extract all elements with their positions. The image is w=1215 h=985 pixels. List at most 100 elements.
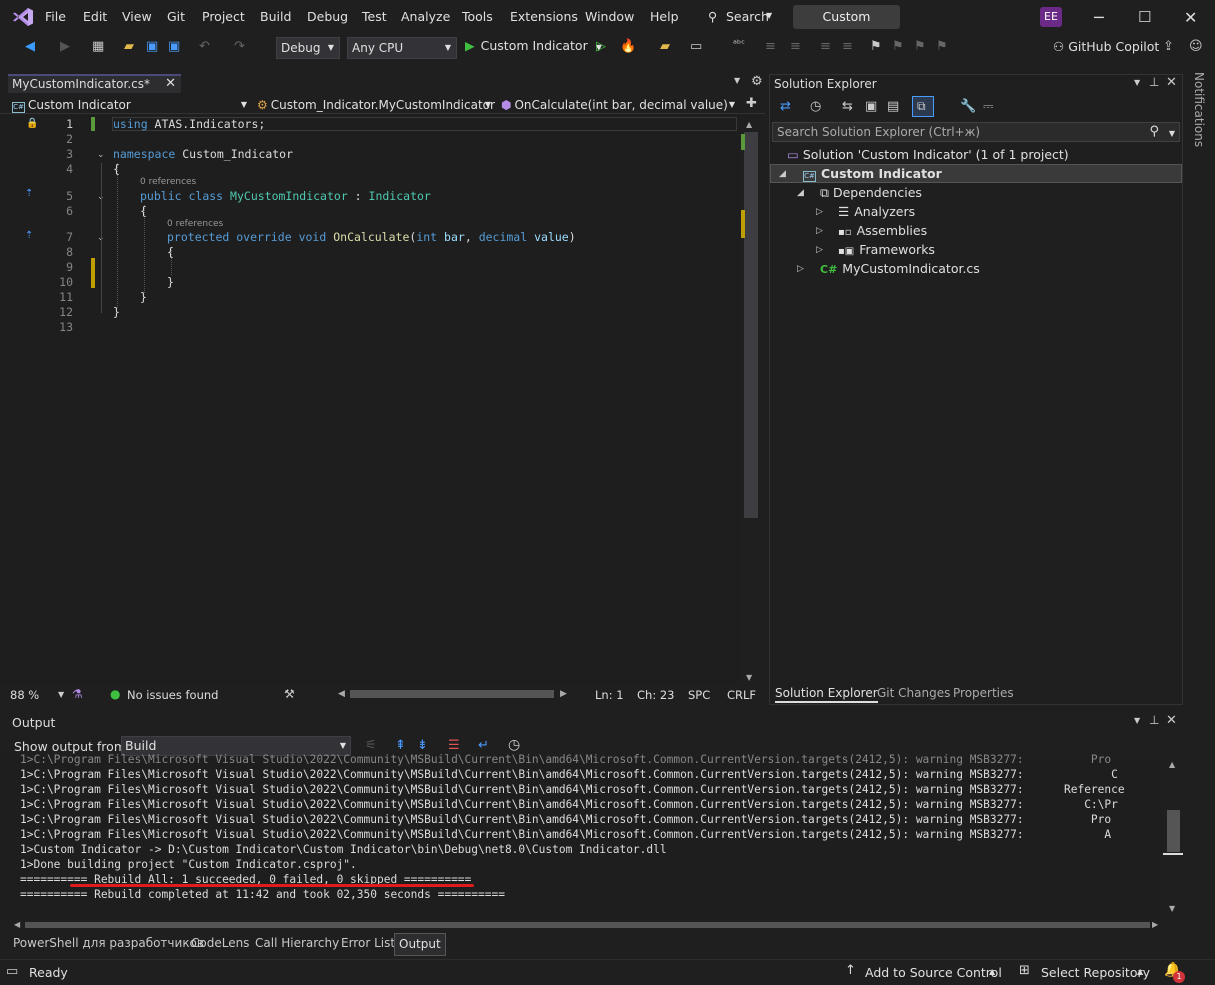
zoom-level[interactable]: 88 % (10, 688, 39, 702)
show-all-files-icon[interactable]: ▤ (887, 99, 899, 114)
back-icon[interactable]: ◀ (25, 39, 35, 54)
close-icon[interactable]: ✕ (1166, 713, 1177, 728)
tree-item-dependencies[interactable]: ⧉ Dependencies (820, 185, 922, 201)
save-all-icon[interactable]: ▣ (168, 39, 180, 54)
avatar[interactable]: EE (1040, 7, 1062, 27)
horizontal-scrollbar-thumb[interactable] (350, 690, 554, 698)
tree-item-analyzers[interactable]: ☰ Analyzers (838, 204, 915, 219)
clear-all-icon[interactable]: ☰ (448, 738, 460, 753)
scroll-down-icon[interactable]: ▼ (1169, 904, 1175, 913)
close-icon[interactable]: ✕ (165, 76, 176, 92)
notifications-tab[interactable]: Notifications (1192, 72, 1206, 147)
collapsed-arrow-icon[interactable]: ▷ (816, 226, 823, 236)
filter-icon[interactable]: ⎓ (983, 99, 993, 114)
global-search[interactable]: ⚲ Search ▼ (704, 6, 780, 28)
split-editor-icon[interactable]: ✚ (746, 96, 757, 111)
line-indicator[interactable]: Ln: 1 (595, 688, 624, 702)
menu-window[interactable]: Window (585, 9, 634, 24)
collapsed-arrow-icon[interactable]: ▷ (816, 207, 823, 217)
find-message-icon[interactable]: ⚟ (365, 738, 377, 753)
tree-item-project[interactable]: C# Custom Indicator (803, 166, 942, 182)
share-icon[interactable]: ⇪ (1163, 39, 1174, 54)
tab-properties[interactable]: Properties (953, 686, 1014, 700)
menu-test[interactable]: Test (362, 9, 387, 24)
tab-call-hierarchy[interactable]: Call Hierarchy (255, 936, 339, 950)
menu-debug[interactable]: Debug (307, 9, 348, 24)
layout-icon[interactable]: ▭ (690, 39, 702, 54)
window-position-icon[interactable]: ▼ (1134, 716, 1140, 725)
menu-extensions[interactable]: Extensions (510, 9, 578, 24)
open-folder-icon[interactable]: ▰ (124, 39, 134, 54)
collapsed-arrow-icon[interactable]: ▷ (797, 264, 804, 274)
scroll-right-icon[interactable]: ▶ (1152, 920, 1158, 929)
prev-message-icon[interactable]: ⇞ (395, 738, 406, 753)
chevron-down-icon[interactable]: ▼ (58, 690, 64, 699)
switch-views-icon[interactable]: ⇆ (842, 99, 853, 114)
start-without-debugging-icon[interactable]: ▷ (596, 39, 606, 54)
whitespace-indicator[interactable]: SPC (688, 688, 710, 702)
collapsed-arrow-icon[interactable]: ▷ (816, 245, 823, 255)
nav-class-select[interactable]: ⚙ Custom_Indicator.MyCustomIndicator ▼ (257, 96, 495, 114)
feedback-icon[interactable]: ☺ (1189, 39, 1203, 54)
line-ending-indicator[interactable]: CRLF (727, 688, 756, 702)
menu-git[interactable]: Git (167, 9, 185, 24)
tab-developer-powershell[interactable]: PowerShell для разработчиков (13, 936, 204, 950)
tab-codelens[interactable]: CodeLens (191, 936, 249, 950)
column-indicator[interactable]: Ch: 23 (637, 688, 674, 702)
tab-error-list[interactable]: Error List (341, 936, 395, 950)
close-icon[interactable]: ✕ (1166, 75, 1177, 90)
scroll-down-icon[interactable]: ▼ (746, 673, 752, 682)
add-to-source-control-button[interactable]: Add to Source Control (865, 965, 1002, 980)
quick-action-icon[interactable]: 🔒 (26, 118, 38, 129)
inheritance-margin-icon[interactable]: ⇡ (25, 188, 33, 199)
window-position-icon[interactable]: ▼ (1134, 78, 1140, 87)
minimize-icon[interactable]: ─ (1094, 8, 1104, 27)
tab-overflow-icon[interactable]: ▼ (734, 76, 740, 85)
code-cleanup-icon[interactable]: ⚗ (72, 687, 83, 701)
scroll-left-icon[interactable]: ◀ (338, 689, 345, 699)
brush-icon[interactable]: ⚒ (284, 687, 295, 701)
menu-file[interactable]: File (45, 9, 66, 24)
collapse-all-icon[interactable]: ▣ (865, 99, 877, 114)
uncomment-icon[interactable]: ≡ (790, 39, 801, 54)
indent-icon[interactable]: ≡ (842, 39, 853, 54)
menu-analyze[interactable]: Analyze (401, 9, 450, 24)
scrollbar-thumb[interactable] (25, 922, 1150, 928)
close-icon[interactable]: ✕ (1184, 8, 1197, 27)
tree-item-solution[interactable]: ▭ Solution 'Custom Indicator' (1 of 1 pro… (787, 147, 1069, 162)
maximize-icon[interactable]: ☐ (1138, 8, 1151, 26)
spell-check-icon[interactable]: ᵃᵇᶜ (733, 39, 745, 50)
codelens-references[interactable]: 0 references (167, 219, 223, 229)
select-repository-button[interactable]: Select Repository (1041, 965, 1150, 980)
hot-reload-icon[interactable]: 🔥 (620, 39, 636, 54)
chevron-up-icon[interactable]: ▲ (1137, 967, 1143, 976)
menu-tools[interactable]: Tools (462, 9, 493, 24)
pin-icon[interactable]: ⊥ (1149, 75, 1159, 89)
issues-status[interactable]: No issues found (127, 688, 218, 702)
tree-item-file[interactable]: C# MyCustomIndicator.cs (820, 261, 980, 276)
comment-icon[interactable]: ≡ (765, 39, 776, 54)
document-tab[interactable]: MyCustomIndicator.cs* ✕ (8, 74, 181, 93)
menu-project[interactable]: Project (202, 9, 245, 24)
scrollbar-thumb[interactable] (1167, 810, 1180, 852)
save-icon[interactable]: ▣ (146, 39, 158, 54)
redo-icon[interactable]: ↷ (234, 39, 245, 54)
menu-help[interactable]: Help (650, 9, 679, 24)
settings-icon[interactable]: ⚙ (751, 74, 763, 89)
github-copilot-button[interactable]: ⚇ GitHub Copilot (1053, 39, 1159, 54)
nav-project-select[interactable]: C# Custom Indicator ▼ (12, 96, 250, 114)
menu-edit[interactable]: Edit (83, 9, 107, 24)
folder-icon[interactable]: ▰ (660, 39, 670, 54)
solution-explorer-search[interactable]: Search Solution Explorer (Ctrl+ж) ⚲ ▼ (772, 122, 1180, 142)
next-bookmark-icon[interactable]: ⚑ (914, 39, 926, 54)
scroll-right-icon[interactable]: ▶ (560, 689, 567, 699)
clear-bookmarks-icon[interactable]: ⚑ (936, 39, 948, 54)
scroll-up-icon[interactable]: ▲ (746, 120, 752, 129)
tab-git-changes[interactable]: Git Changes (877, 686, 950, 700)
scrollbar-thumb[interactable] (744, 132, 758, 518)
history-icon[interactable]: ◷ (810, 99, 821, 114)
override-margin-icon[interactable]: ⇡ (25, 230, 33, 241)
new-project-icon[interactable]: ▦ (92, 39, 104, 54)
timestamp-icon[interactable]: ◷ (508, 737, 520, 753)
scroll-left-icon[interactable]: ◀ (14, 920, 20, 929)
